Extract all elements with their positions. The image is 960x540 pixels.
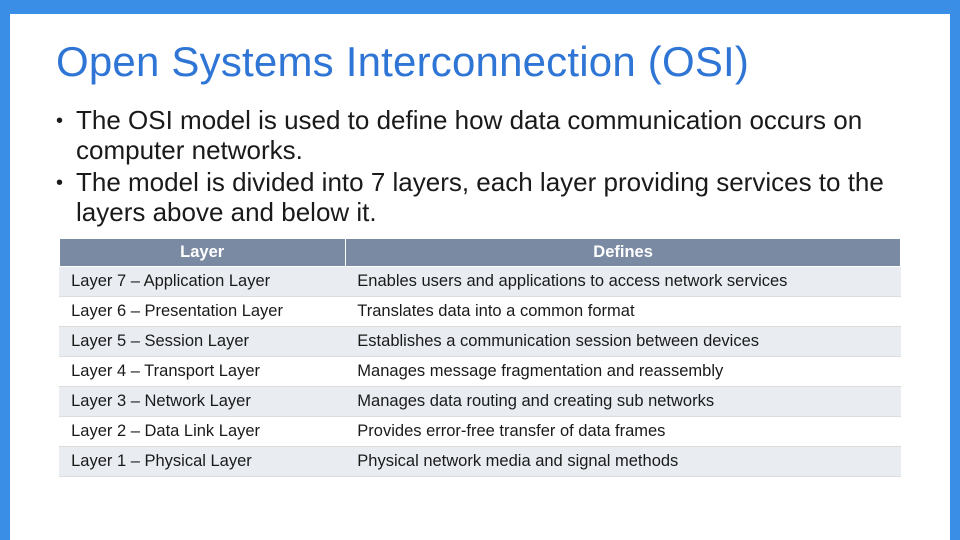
bullet-list: • The OSI model is used to define how da… (56, 106, 910, 228)
cell-layer: Layer 3 – Network Layer (59, 386, 345, 416)
cell-layer: Layer 5 – Session Layer (59, 326, 345, 356)
cell-layer: Layer 4 – Transport Layer (59, 356, 345, 386)
osi-table: Layer Defines Layer 7 – Application Laye… (59, 238, 902, 477)
frame-border-top (0, 0, 960, 14)
cell-defines: Provides error-free transfer of data fra… (345, 416, 901, 446)
cell-layer: Layer 6 – Presentation Layer (59, 296, 345, 326)
cell-layer: Layer 7 – Application Layer (59, 266, 345, 296)
frame-border-left (0, 0, 10, 540)
bullet-text: The model is divided into 7 layers, each… (76, 168, 910, 228)
table-header-row: Layer Defines (59, 238, 901, 266)
table-row: Layer 4 – Transport Layer Manages messag… (59, 356, 901, 386)
table-row: Layer 6 – Presentation Layer Translates … (59, 296, 901, 326)
bullet-item: • The model is divided into 7 layers, ea… (56, 168, 910, 228)
cell-layer: Layer 1 – Physical Layer (59, 446, 345, 476)
slide: Open Systems Interconnection (OSI) • The… (0, 0, 960, 540)
table-row: Layer 5 – Session Layer Establishes a co… (59, 326, 901, 356)
table-row: Layer 1 – Physical Layer Physical networ… (59, 446, 901, 476)
bullet-item: • The OSI model is used to define how da… (56, 106, 910, 166)
cell-defines: Enables users and applications to access… (345, 266, 901, 296)
table-row: Layer 3 – Network Layer Manages data rou… (59, 386, 901, 416)
table-header-layer: Layer (59, 238, 345, 266)
bullet-dot-icon: • (56, 168, 76, 195)
bullet-dot-icon: • (56, 106, 76, 133)
table-row: Layer 2 – Data Link Layer Provides error… (59, 416, 901, 446)
table-row: Layer 7 – Application Layer Enables user… (59, 266, 901, 296)
bullet-text: The OSI model is used to define how data… (76, 106, 910, 166)
cell-defines: Physical network media and signal method… (345, 446, 901, 476)
cell-defines: Translates data into a common format (345, 296, 901, 326)
slide-title: Open Systems Interconnection (OSI) (56, 38, 910, 86)
frame-border-right (950, 0, 960, 540)
cell-layer: Layer 2 – Data Link Layer (59, 416, 345, 446)
cell-defines: Manages message fragmentation and reasse… (345, 356, 901, 386)
cell-defines: Establishes a communication session betw… (345, 326, 901, 356)
table-header-defines: Defines (345, 238, 901, 266)
cell-defines: Manages data routing and creating sub ne… (345, 386, 901, 416)
